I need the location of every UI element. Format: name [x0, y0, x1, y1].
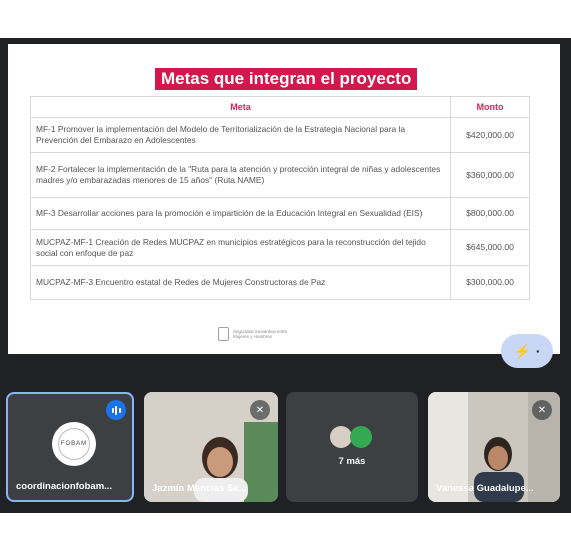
bottom-bar: [0, 513, 571, 539]
top-bar: [0, 0, 571, 40]
participant-tile[interactable]: FOBAM coordinacionfobam...: [6, 392, 134, 502]
table-row: MF-2 Fortalecer la implementación de la …: [30, 152, 530, 198]
table-row: MF-3 Desarrollar acciones para la promoc…: [30, 197, 530, 230]
row-meta: MF-3 Desarrollar acciones para la promoc…: [30, 197, 451, 230]
row-monto: $645,000.00: [450, 229, 530, 266]
more-participants-tile[interactable]: 7 más: [286, 392, 418, 502]
logo-icon: [218, 327, 229, 341]
participant-tile[interactable]: ✕ Vanessa Guadalupe...: [428, 392, 560, 502]
row-monto: $800,000.00: [450, 197, 530, 230]
table-row: MUCPAZ-MF-3 Encuentro estatal de Redes d…: [30, 265, 530, 300]
slide-logo: Seguridad Sustantiva entre Mujeres y Hom…: [218, 327, 303, 341]
row-meta: MF-1 Promover la implementación del Mode…: [30, 117, 451, 153]
effects-button[interactable]: ⚡ ·: [501, 334, 553, 368]
mic-off-icon: ✕: [532, 400, 552, 420]
avatar: [330, 426, 352, 448]
row-meta: MF-2 Fortalecer la implementación de la …: [30, 152, 451, 198]
participant-tile[interactable]: ✕ Jazmín Mencías Sa...: [144, 392, 278, 502]
table-header-row: Meta Monto: [30, 96, 530, 118]
avatar: [350, 426, 372, 448]
participant-name: Vanessa Guadalupe...: [436, 483, 534, 494]
table-row: MF-1 Promover la implementación del Mode…: [30, 117, 530, 153]
row-monto: $420,000.00: [450, 117, 530, 153]
metas-table: Meta Monto MF-1 Promover la implementaci…: [30, 96, 530, 300]
participant-name: Jazmín Mencías Sa...: [152, 483, 247, 494]
logo-text: Seguridad Sustantiva entre Mujeres y Hom…: [233, 329, 288, 339]
mic-off-icon: ✕: [250, 400, 270, 420]
slide-title: Metas que integran el proyecto: [155, 68, 418, 90]
lightning-icon: ⚡: [513, 342, 531, 359]
header-monto: Monto: [450, 96, 530, 118]
more-dot: ·: [535, 343, 541, 359]
avatar: FOBAM: [52, 422, 96, 466]
speaking-icon: [106, 400, 126, 420]
table-row: MUCPAZ-MF-1 Creación de Redes MUCPAZ en …: [30, 229, 530, 266]
more-count: 7 más: [338, 456, 366, 467]
header-meta: Meta: [30, 96, 451, 118]
row-meta: MUCPAZ-MF-3 Encuentro estatal de Redes d…: [30, 265, 451, 300]
presentation-slide: Metas que integran el proyecto Meta Mont…: [8, 44, 560, 354]
participant-name: coordinacionfobam...: [16, 481, 113, 492]
row-meta: MUCPAZ-MF-1 Creación de Redes MUCPAZ en …: [30, 229, 451, 266]
row-monto: $360,000.00: [450, 152, 530, 198]
avatar-ring: [58, 428, 90, 460]
row-monto: $300,000.00: [450, 265, 530, 300]
